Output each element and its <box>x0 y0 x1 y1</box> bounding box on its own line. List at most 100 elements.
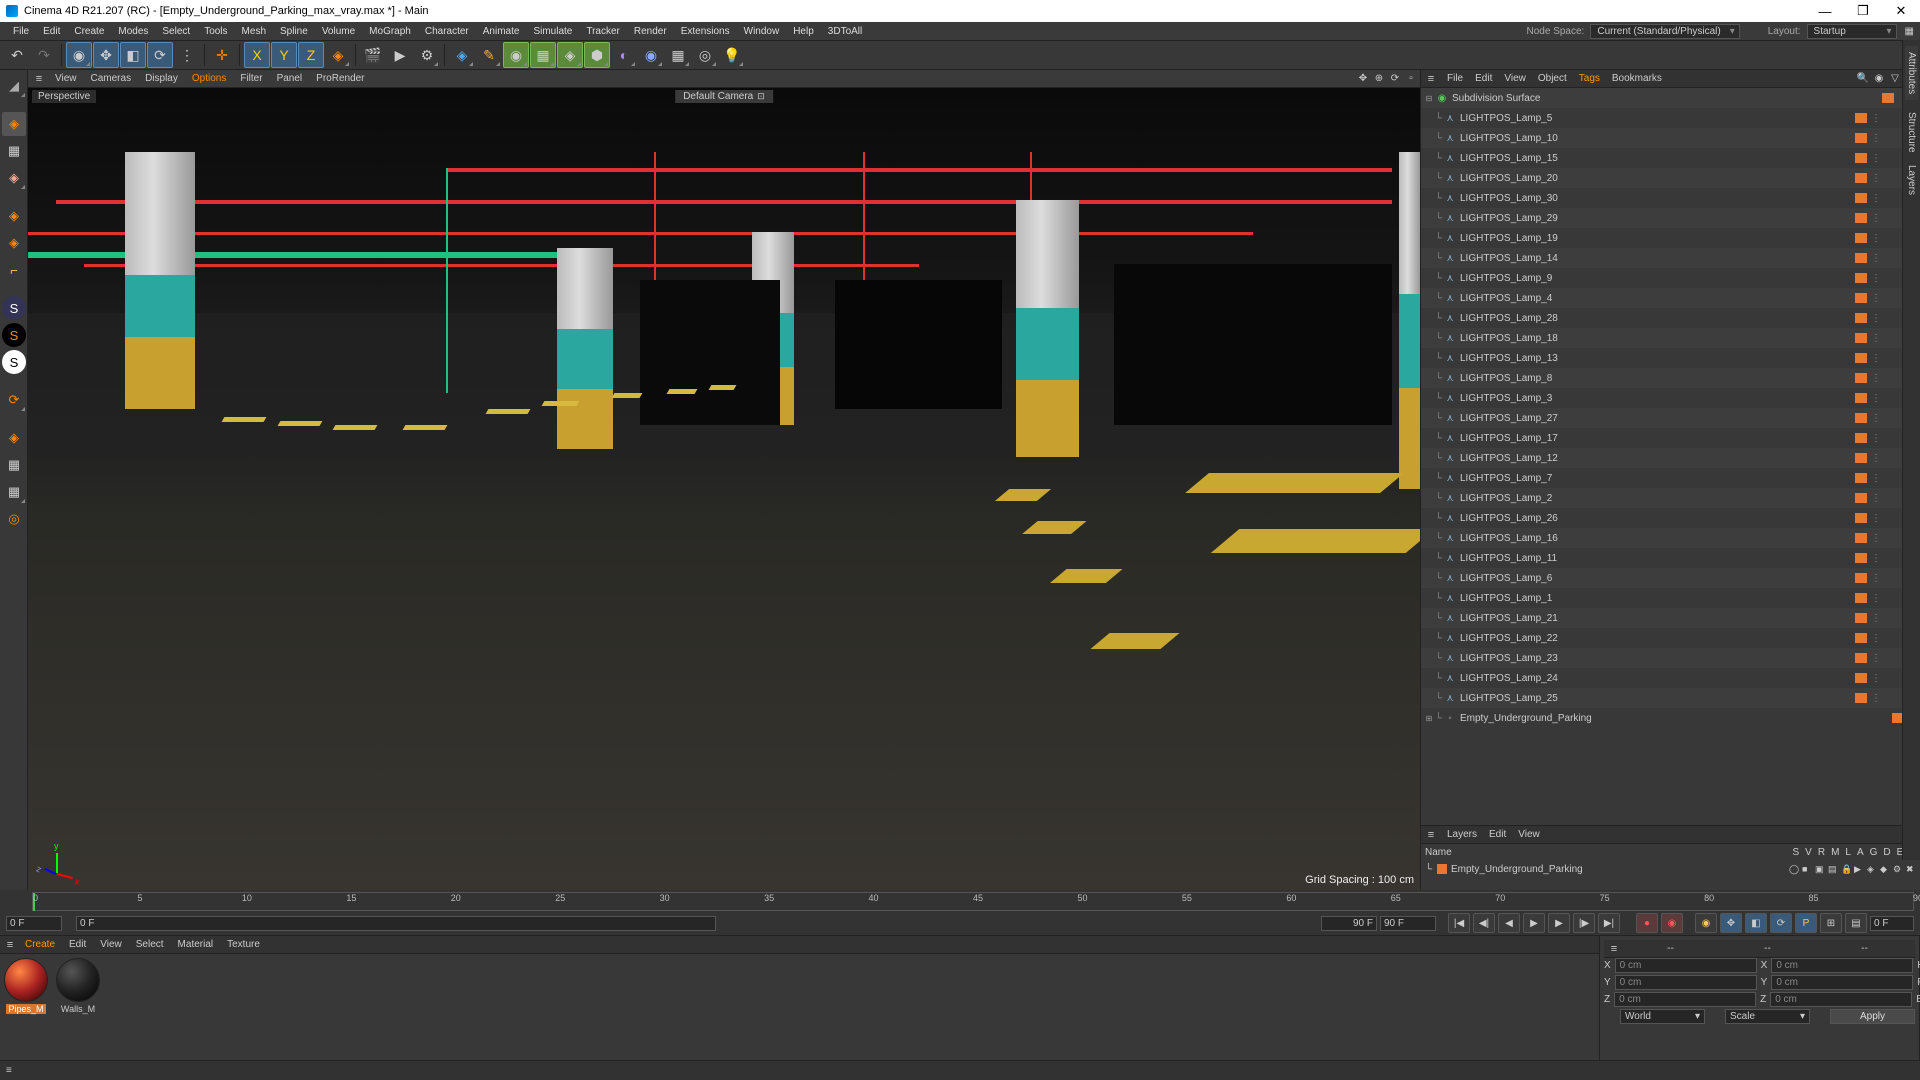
menu-tools[interactable]: Tools <box>197 26 234 37</box>
timeline-end3-input[interactable] <box>1870 916 1914 931</box>
layer-swatch[interactable] <box>1855 613 1867 623</box>
add-camera[interactable]: ▦ <box>665 42 691 68</box>
layer-solo-icon[interactable]: ◯ <box>1789 864 1799 874</box>
obj-filter-icon[interactable]: ▽ <box>1888 72 1902 86</box>
vp-maximize-icon[interactable]: ▫ <box>1404 72 1418 86</box>
y-axis-lock[interactable]: Y <box>271 42 297 68</box>
menu-render[interactable]: Render <box>627 26 674 37</box>
object-name[interactable]: LIGHTPOS_Lamp_23 <box>1460 653 1851 664</box>
autokey-button[interactable]: ◉ <box>1661 913 1683 933</box>
layer-swatch[interactable] <box>1855 193 1867 203</box>
prev-frame-button[interactable]: ◀ <box>1498 913 1520 933</box>
key-pos-button[interactable]: ✥ <box>1720 913 1742 933</box>
layer-swatch[interactable] <box>1855 593 1867 603</box>
vp-zoom-icon[interactable]: ⊕ <box>1372 72 1386 86</box>
material-item[interactable]: Pipes_M <box>4 958 48 1014</box>
menu-simulate[interactable]: Simulate <box>526 26 579 37</box>
layers-tab[interactable]: Layers <box>1441 829 1483 840</box>
add-cube[interactable]: ◈ <box>449 42 475 68</box>
model-mode[interactable]: ◈ <box>2 112 26 136</box>
layer-swatch[interactable] <box>1855 313 1867 323</box>
recent-tool[interactable]: ⋮ <box>174 42 200 68</box>
vp-pan-icon[interactable]: ✥ <box>1356 72 1370 86</box>
layer-swatch[interactable] <box>1855 473 1867 483</box>
goto-prevkey-button[interactable]: ◀| <box>1473 913 1495 933</box>
size-z-input[interactable] <box>1770 992 1912 1007</box>
pos-y-input[interactable] <box>1615 975 1757 990</box>
minimize-button[interactable]: — <box>1806 0 1844 22</box>
menu-tracker[interactable]: Tracker <box>579 26 627 37</box>
add-camera2[interactable]: ◎ <box>692 42 718 68</box>
obj-tab-tags[interactable]: Tags <box>1573 73 1606 84</box>
layer-gen-icon[interactable]: ◈ <box>1867 864 1877 874</box>
add-volume[interactable]: ◈ <box>557 42 583 68</box>
object-name[interactable]: LIGHTPOS_Lamp_7 <box>1460 473 1851 484</box>
texture-mode[interactable]: ▦ <box>2 139 26 163</box>
object-name[interactable]: LIGHTPOS_Lamp_20 <box>1460 173 1851 184</box>
point-mode[interactable]: ◈ <box>2 204 26 228</box>
pos-x-input[interactable] <box>1615 958 1757 973</box>
layer-swatch[interactable] <box>1855 133 1867 143</box>
expand-icon[interactable]: ⊞ <box>1423 714 1435 723</box>
vp-menu-filter[interactable]: Filter <box>233 73 269 84</box>
obj-tab-bookmarks[interactable]: Bookmarks <box>1606 73 1668 84</box>
dopesheet-button[interactable]: ▤ <box>1845 913 1867 933</box>
record-button[interactable]: ● <box>1636 913 1658 933</box>
layer-swatch[interactable] <box>1855 413 1867 423</box>
layers-view[interactable]: View <box>1512 829 1546 840</box>
menu-select[interactable]: Select <box>155 26 197 37</box>
layer-swatch[interactable] <box>1855 393 1867 403</box>
size-x-input[interactable] <box>1771 958 1913 973</box>
layer-swatch[interactable] <box>1855 673 1867 683</box>
mat-create[interactable]: Create <box>18 939 62 950</box>
undo-button[interactable]: ↶ <box>4 42 30 68</box>
menu-mograph[interactable]: MoGraph <box>362 26 418 37</box>
layer-swatch[interactable] <box>1855 573 1867 583</box>
menu-extensions[interactable]: Extensions <box>674 26 737 37</box>
layer-swatch[interactable] <box>1855 273 1867 283</box>
object-name[interactable]: LIGHTPOS_Lamp_30 <box>1460 193 1851 204</box>
object-name[interactable]: LIGHTPOS_Lamp_19 <box>1460 233 1851 244</box>
coord-menu-icon[interactable]: ≡ <box>1606 943 1622 955</box>
object-name[interactable]: LIGHTPOS_Lamp_29 <box>1460 213 1851 224</box>
vp-menu-prorender[interactable]: ProRender <box>309 73 371 84</box>
play-button[interactable]: ▶ <box>1523 913 1545 933</box>
menu-modes[interactable]: Modes <box>111 26 155 37</box>
goto-nextkey-button[interactable]: |▶ <box>1573 913 1595 933</box>
object-name[interactable]: LIGHTPOS_Lamp_22 <box>1460 633 1851 644</box>
menu-help[interactable]: Help <box>786 26 821 37</box>
layer-swatch[interactable] <box>1855 693 1867 703</box>
enable-axis2[interactable]: S <box>2 323 26 347</box>
size-y-input[interactable] <box>1771 975 1913 990</box>
layer-swatch[interactable] <box>1855 213 1867 223</box>
poly-mode[interactable]: ⌐ <box>2 258 26 282</box>
timeline-now-input[interactable] <box>76 916 716 931</box>
edge-tab-structure[interactable]: Structure <box>1906 112 1917 153</box>
vp-menu-options[interactable]: Options <box>185 73 233 84</box>
close-button[interactable]: ✕ <box>1882 0 1920 22</box>
menu-3dtoall[interactable]: 3DToAll <box>821 26 869 37</box>
object-name[interactable]: LIGHTPOS_Lamp_21 <box>1460 613 1851 624</box>
vp-menu-cameras[interactable]: Cameras <box>84 73 139 84</box>
pos-z-input[interactable] <box>1614 992 1756 1007</box>
key-scale-button[interactable]: ◧ <box>1745 913 1767 933</box>
snap-target[interactable]: ◎ <box>2 507 26 531</box>
viewport-3d[interactable]: Perspective Default Camera⊡ Grid Spacing… <box>28 88 1420 890</box>
object-name[interactable]: LIGHTPOS_Lamp_6 <box>1460 573 1851 584</box>
material-preview[interactable] <box>4 958 48 1002</box>
keyframe-sel-button[interactable]: ◉ <box>1695 913 1717 933</box>
nodespace-dropdown[interactable]: Current (Standard/Physical) <box>1590 24 1739 39</box>
vp-menu-display[interactable]: Display <box>138 73 185 84</box>
layer-swatch[interactable] <box>1855 653 1867 663</box>
layer-swatch[interactable] <box>1855 333 1867 343</box>
x-axis-lock[interactable]: X <box>244 42 270 68</box>
object-name[interactable]: LIGHTPOS_Lamp_2 <box>1460 493 1851 504</box>
layers-menu-icon[interactable]: ≡ <box>1423 828 1439 842</box>
enable-axis3[interactable]: S <box>2 350 26 374</box>
layer-swatch[interactable] <box>1882 93 1894 103</box>
axis-tool[interactable]: ✛ <box>209 42 235 68</box>
object-name[interactable]: LIGHTPOS_Lamp_14 <box>1460 253 1851 264</box>
layout-config-icon[interactable]: ▦ <box>1905 26 1914 37</box>
material-preview[interactable] <box>56 958 100 1002</box>
snap-grid[interactable]: ▦ <box>2 453 26 477</box>
